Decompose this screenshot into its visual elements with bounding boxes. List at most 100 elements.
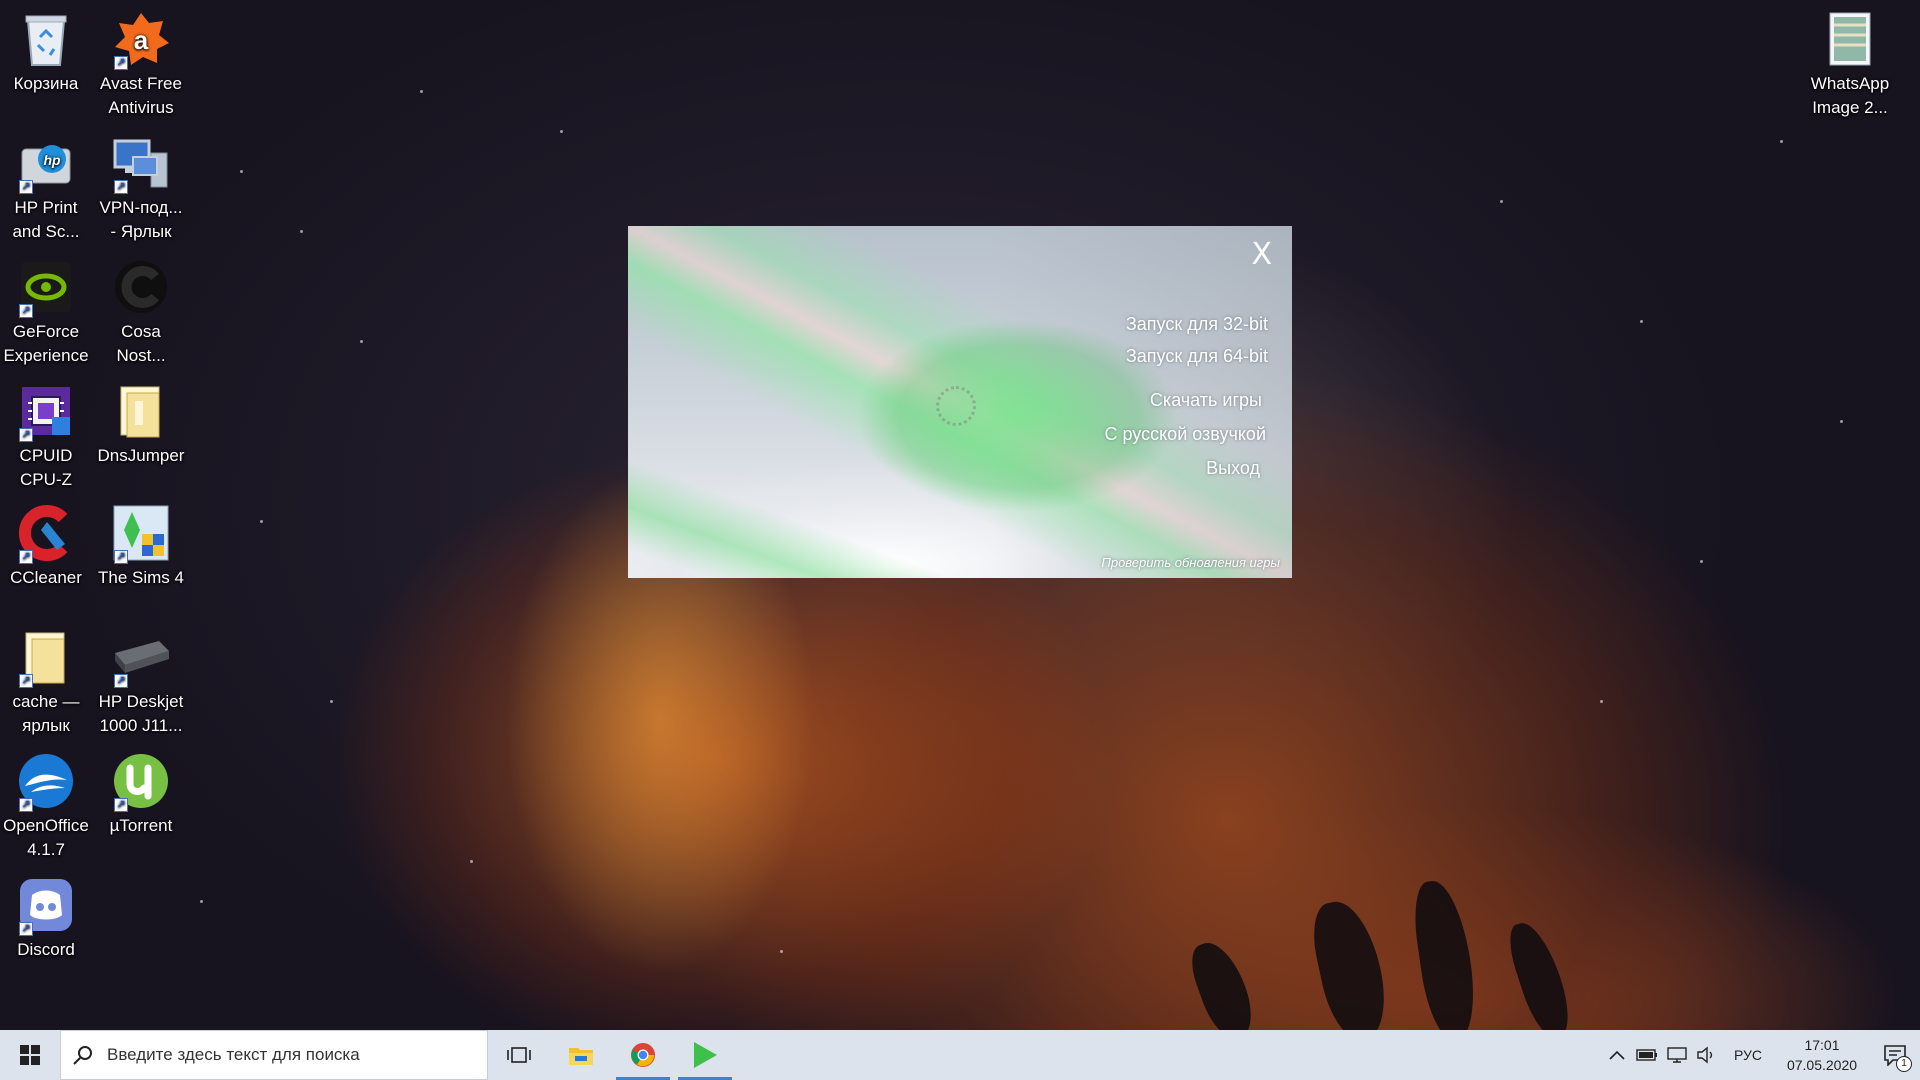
svg-text:hp: hp	[43, 152, 61, 168]
desktop-icon-hp-deskjet[interactable]: ↗ HP Deskjet 1000 J11...	[95, 622, 187, 738]
action-center-button[interactable]: 1	[1870, 1030, 1920, 1080]
taskbar: РУС 17:01 07.05.2020 1	[0, 1030, 1920, 1080]
shortcut-arrow-icon: ↗	[114, 798, 128, 812]
icon-label: HP Print and Sc...	[12, 198, 80, 241]
icon-label: cache — ярлык	[12, 692, 80, 735]
game-launcher-window: X Запуск для 32-bit Запуск для 64-bit Ск…	[628, 226, 1292, 578]
input-language-indicator[interactable]: РУС	[1722, 1047, 1774, 1063]
sims-icon: ↗	[110, 502, 172, 564]
discord-icon: ↗	[15, 874, 77, 936]
chrome-button[interactable]	[612, 1030, 674, 1080]
printer-icon: ↗	[110, 626, 172, 688]
exit-button[interactable]: Выход	[1008, 456, 1268, 480]
icon-label: Discord	[17, 940, 75, 959]
shortcut-arrow-icon: ↗	[19, 798, 33, 812]
battery-button[interactable]	[1632, 1030, 1662, 1080]
recycle-bin-icon	[15, 8, 77, 70]
shortcut-arrow-icon: ↗	[114, 674, 128, 688]
task-view-button[interactable]	[488, 1030, 550, 1080]
launcher-app-button[interactable]	[674, 1030, 736, 1080]
shortcut-arrow-icon: ↗	[114, 180, 128, 194]
volume-button[interactable]	[1692, 1030, 1722, 1080]
icon-label: GeForce Experience	[3, 322, 89, 365]
ccleaner-icon: ↗	[15, 502, 77, 564]
svg-text:a: a	[134, 25, 149, 55]
icon-label: Cosa Nost...	[116, 322, 166, 365]
file-explorer-icon	[569, 1048, 593, 1065]
shortcut-arrow-icon: ↗	[19, 304, 33, 318]
icon-label: CCleaner	[10, 568, 82, 587]
network-icon	[1667, 1047, 1687, 1063]
desktop-icon-hp-print[interactable]: hp ↗ HP Print and Sc...	[0, 128, 92, 244]
launcher-play-icon	[694, 1042, 717, 1068]
show-hidden-icons-button[interactable]	[1602, 1030, 1632, 1080]
vpn-computer-icon: ↗	[110, 132, 172, 194]
chrome-icon	[631, 1043, 655, 1067]
shortcut-arrow-icon: ↗	[19, 428, 33, 442]
shortcut-arrow-icon: ↗	[114, 56, 128, 70]
close-button[interactable]: X	[1251, 240, 1272, 270]
icon-label: Avast Free Antivirus	[100, 74, 182, 117]
icon-label: µTorrent	[109, 816, 173, 835]
desktop-icon-utorrent[interactable]: ↗ µTorrent	[95, 746, 187, 838]
clock[interactable]: 17:01 07.05.2020	[1774, 1035, 1870, 1075]
launch-32bit-button[interactable]: Запуск для 32-bit	[1008, 312, 1268, 336]
launch-64bit-button[interactable]: Запуск для 64-bit	[1008, 344, 1268, 368]
battery-icon	[1636, 1049, 1657, 1061]
download-games-button[interactable]: Скачать игры	[1008, 388, 1268, 412]
russian-voice-button[interactable]: С русской озвучкой	[1008, 422, 1268, 446]
shortcut-arrow-icon: ↗	[19, 674, 33, 688]
shortcut-arrow-icon: ↗	[19, 550, 33, 564]
system-tray: РУС 17:01 07.05.2020 1	[1602, 1030, 1920, 1080]
clock-date: 07.05.2020	[1786, 1057, 1858, 1073]
openoffice-icon: ↗	[15, 750, 77, 812]
shortcut-arrow-icon: ↗	[19, 922, 33, 936]
windows-logo-icon	[20, 1045, 40, 1065]
icon-label: HP Deskjet 1000 J11...	[98, 692, 184, 735]
speaker-icon	[1697, 1046, 1713, 1064]
desktop-icon-avast[interactable]: a ↗ Avast Free Antivirus	[95, 4, 187, 120]
image-file-icon	[1819, 8, 1881, 70]
chevron-up-icon	[1609, 1050, 1625, 1060]
desktop-icon-openoffice[interactable]: ↗ OpenOffice 4.1.7	[0, 746, 92, 862]
icon-label: WhatsApp Image 2...	[1810, 74, 1890, 117]
desktop-icon-ccleaner[interactable]: ↗ CCleaner	[0, 498, 92, 590]
loading-spinner-icon	[936, 386, 976, 426]
geforce-icon: ↗	[15, 256, 77, 318]
shortcut-arrow-icon: ↗	[114, 550, 128, 564]
search-icon	[73, 1046, 92, 1065]
icon-label: VPN-под... - Ярлык	[99, 198, 183, 241]
icon-label: DnsJumper	[97, 446, 185, 465]
desktop-icon-sims4[interactable]: ↗ The Sims 4	[95, 498, 187, 590]
check-updates-link[interactable]: Проверить обновления игры	[1101, 555, 1280, 570]
avast-icon: a ↗	[110, 8, 172, 70]
clock-time: 17:01	[1804, 1037, 1840, 1053]
desktop-icon-whatsapp-image[interactable]: WhatsApp Image 2...	[1804, 4, 1896, 120]
taskbar-search[interactable]	[60, 1030, 488, 1080]
icon-label: Корзина	[13, 74, 79, 93]
cpuz-icon: ↗	[15, 380, 77, 442]
desktop-icon-cache[interactable]: ↗ cache — ярлык	[0, 622, 92, 738]
icon-label: OpenOffice 4.1.7	[3, 816, 89, 859]
utorrent-icon: ↗	[110, 750, 172, 812]
desktop-icon-cpuz[interactable]: ↗ CPUID CPU-Z	[0, 376, 92, 492]
notification-badge: 1	[1896, 1056, 1912, 1072]
desktop-icon-recycle-bin[interactable]: Корзина	[0, 4, 92, 96]
hp-print-icon: hp ↗	[15, 132, 77, 194]
network-button[interactable]	[1662, 1030, 1692, 1080]
desktop-icon-dnsjumper[interactable]: DnsJumper	[95, 376, 187, 468]
folder-icon	[110, 380, 172, 442]
launcher-menu: Запуск для 32-bit Запуск для 64-bit Скач…	[1008, 312, 1269, 480]
search-input[interactable]	[107, 1045, 487, 1065]
task-view-icon	[507, 1047, 531, 1063]
icon-label: The Sims 4	[98, 568, 184, 587]
desktop-icon-vpn[interactable]: ↗ VPN-под... - Ярлык	[95, 128, 187, 244]
file-explorer-button[interactable]	[550, 1030, 612, 1080]
desktop-icon-geforce[interactable]: ↗ GeForce Experience	[0, 252, 92, 368]
desktop-icon-discord[interactable]: ↗ Discord	[0, 870, 92, 962]
icon-label: CPUID CPU-Z	[19, 446, 73, 489]
start-button[interactable]	[0, 1030, 60, 1080]
desktop-icon-cosa-nostra[interactable]: Cosa Nost...	[95, 252, 187, 368]
folder-icon: ↗	[15, 626, 77, 688]
shortcut-arrow-icon: ↗	[19, 180, 33, 194]
